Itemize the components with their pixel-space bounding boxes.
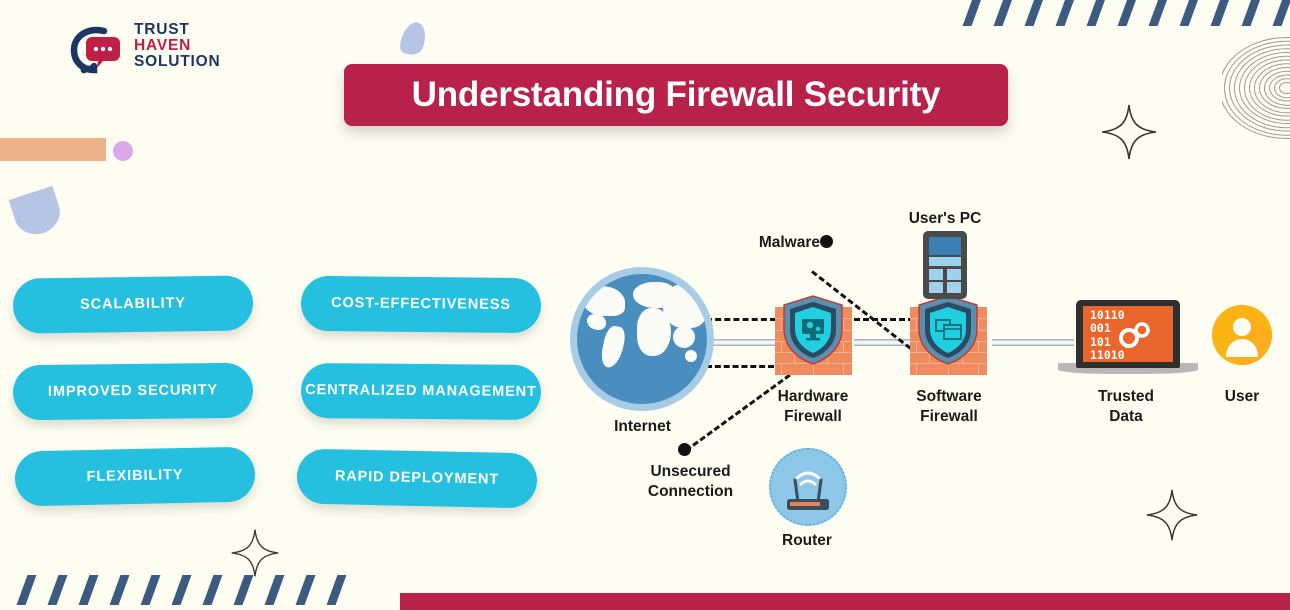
brand-line-1: TRUST [134,21,190,38]
user-avatar-icon [1212,305,1272,365]
brand-line-2: HAVEN [134,36,192,54]
page-title: Understanding Firewall Security [411,75,941,114]
benefit-pill-scalability[interactable]: SCALABILITY [12,275,254,334]
hardware-firewall-shield-icon [782,295,844,365]
software-firewall-shield-icon [917,295,979,365]
benefit-pill-label: FLEXIBILITY [86,467,184,486]
periwinkle-halfmoon-decoration [8,185,66,241]
bottom-accent-bar [400,593,1290,610]
benefit-pill-cost-effectiveness[interactable]: COST-EFFECTIVENESS [300,275,542,334]
periwinkle-leaf-decoration [397,19,430,58]
node-label-hardware-firewall: Hardware Firewall [777,388,849,425]
brand-line-3: SOLUTION [134,52,221,70]
benefit-pill-improved-security[interactable]: IMPROVED SECURITY [12,362,254,421]
benefit-pill-label: RAPID DEPLOYMENT [334,468,500,489]
node-label-trusted-data: Trusted Data [1098,388,1154,425]
node-label-software-firewall: Software Firewall [916,388,982,425]
concentric-arcs-decoration [1222,18,1290,158]
brand-logo[interactable]: TRUST HAVEN SOLUTION [70,22,270,78]
link-software-trusted [992,339,1074,346]
unsecured-endpoint-dot [678,443,691,456]
node-label-unsecured-connection: Unsecured Connection [647,463,734,500]
gears-icon [1119,322,1150,348]
benefits-pill-group: SCALABILITY COST-EFFECTIVENESS IMPROVED … [0,255,560,525]
malware-endpoint-dot [820,235,833,248]
benefit-pill-label: IMPROVED SECURITY [47,382,219,401]
benefit-pill-label: CENTRALIZED MANAGEMENT [305,382,537,401]
headset-chat-bubble-logo-icon [70,26,122,74]
node-label-users-pc: User's PC [908,210,982,227]
users-pc-icon [923,231,967,299]
node-label-malware: Malware [758,234,820,251]
node-label-router: Router [782,532,832,549]
peach-bar-decoration [0,138,106,161]
benefit-pill-label: COST-EFFECTIVENESS [331,295,511,314]
dashed-internet-to-hardware-bottom [706,365,774,368]
node-label-internet: Internet [614,418,671,435]
dashed-internet-to-hardware-top [706,318,776,321]
benefit-pill-centralized-management[interactable]: CENTRALIZED MANAGEMENT [300,362,542,421]
sparkle-icon-top-right [1100,103,1158,161]
benefit-pill-rapid-deployment[interactable]: RAPID DEPLOYMENT [296,448,538,509]
internet-globe-icon [570,267,714,411]
node-label-user: User [1224,388,1260,405]
router-circle-icon [769,448,847,526]
firewall-network-diagram: Internet Hardware Firewall Software Fire… [560,195,1290,560]
lilac-circle-decoration [113,141,133,161]
sparkle-icon-bottom-left [230,528,280,578]
benefit-pill-flexibility[interactable]: FLEXIBILITY [14,446,256,507]
infographic-canvas: TRUST HAVEN SOLUTION Understanding Firew… [0,0,1290,610]
diagonal-stripes-bottom-left [16,575,363,605]
benefit-pill-label: SCALABILITY [80,295,186,314]
title-banner: Understanding Firewall Security [344,64,1008,126]
brand-logo-text: TRUST HAVEN SOLUTION [134,22,220,69]
